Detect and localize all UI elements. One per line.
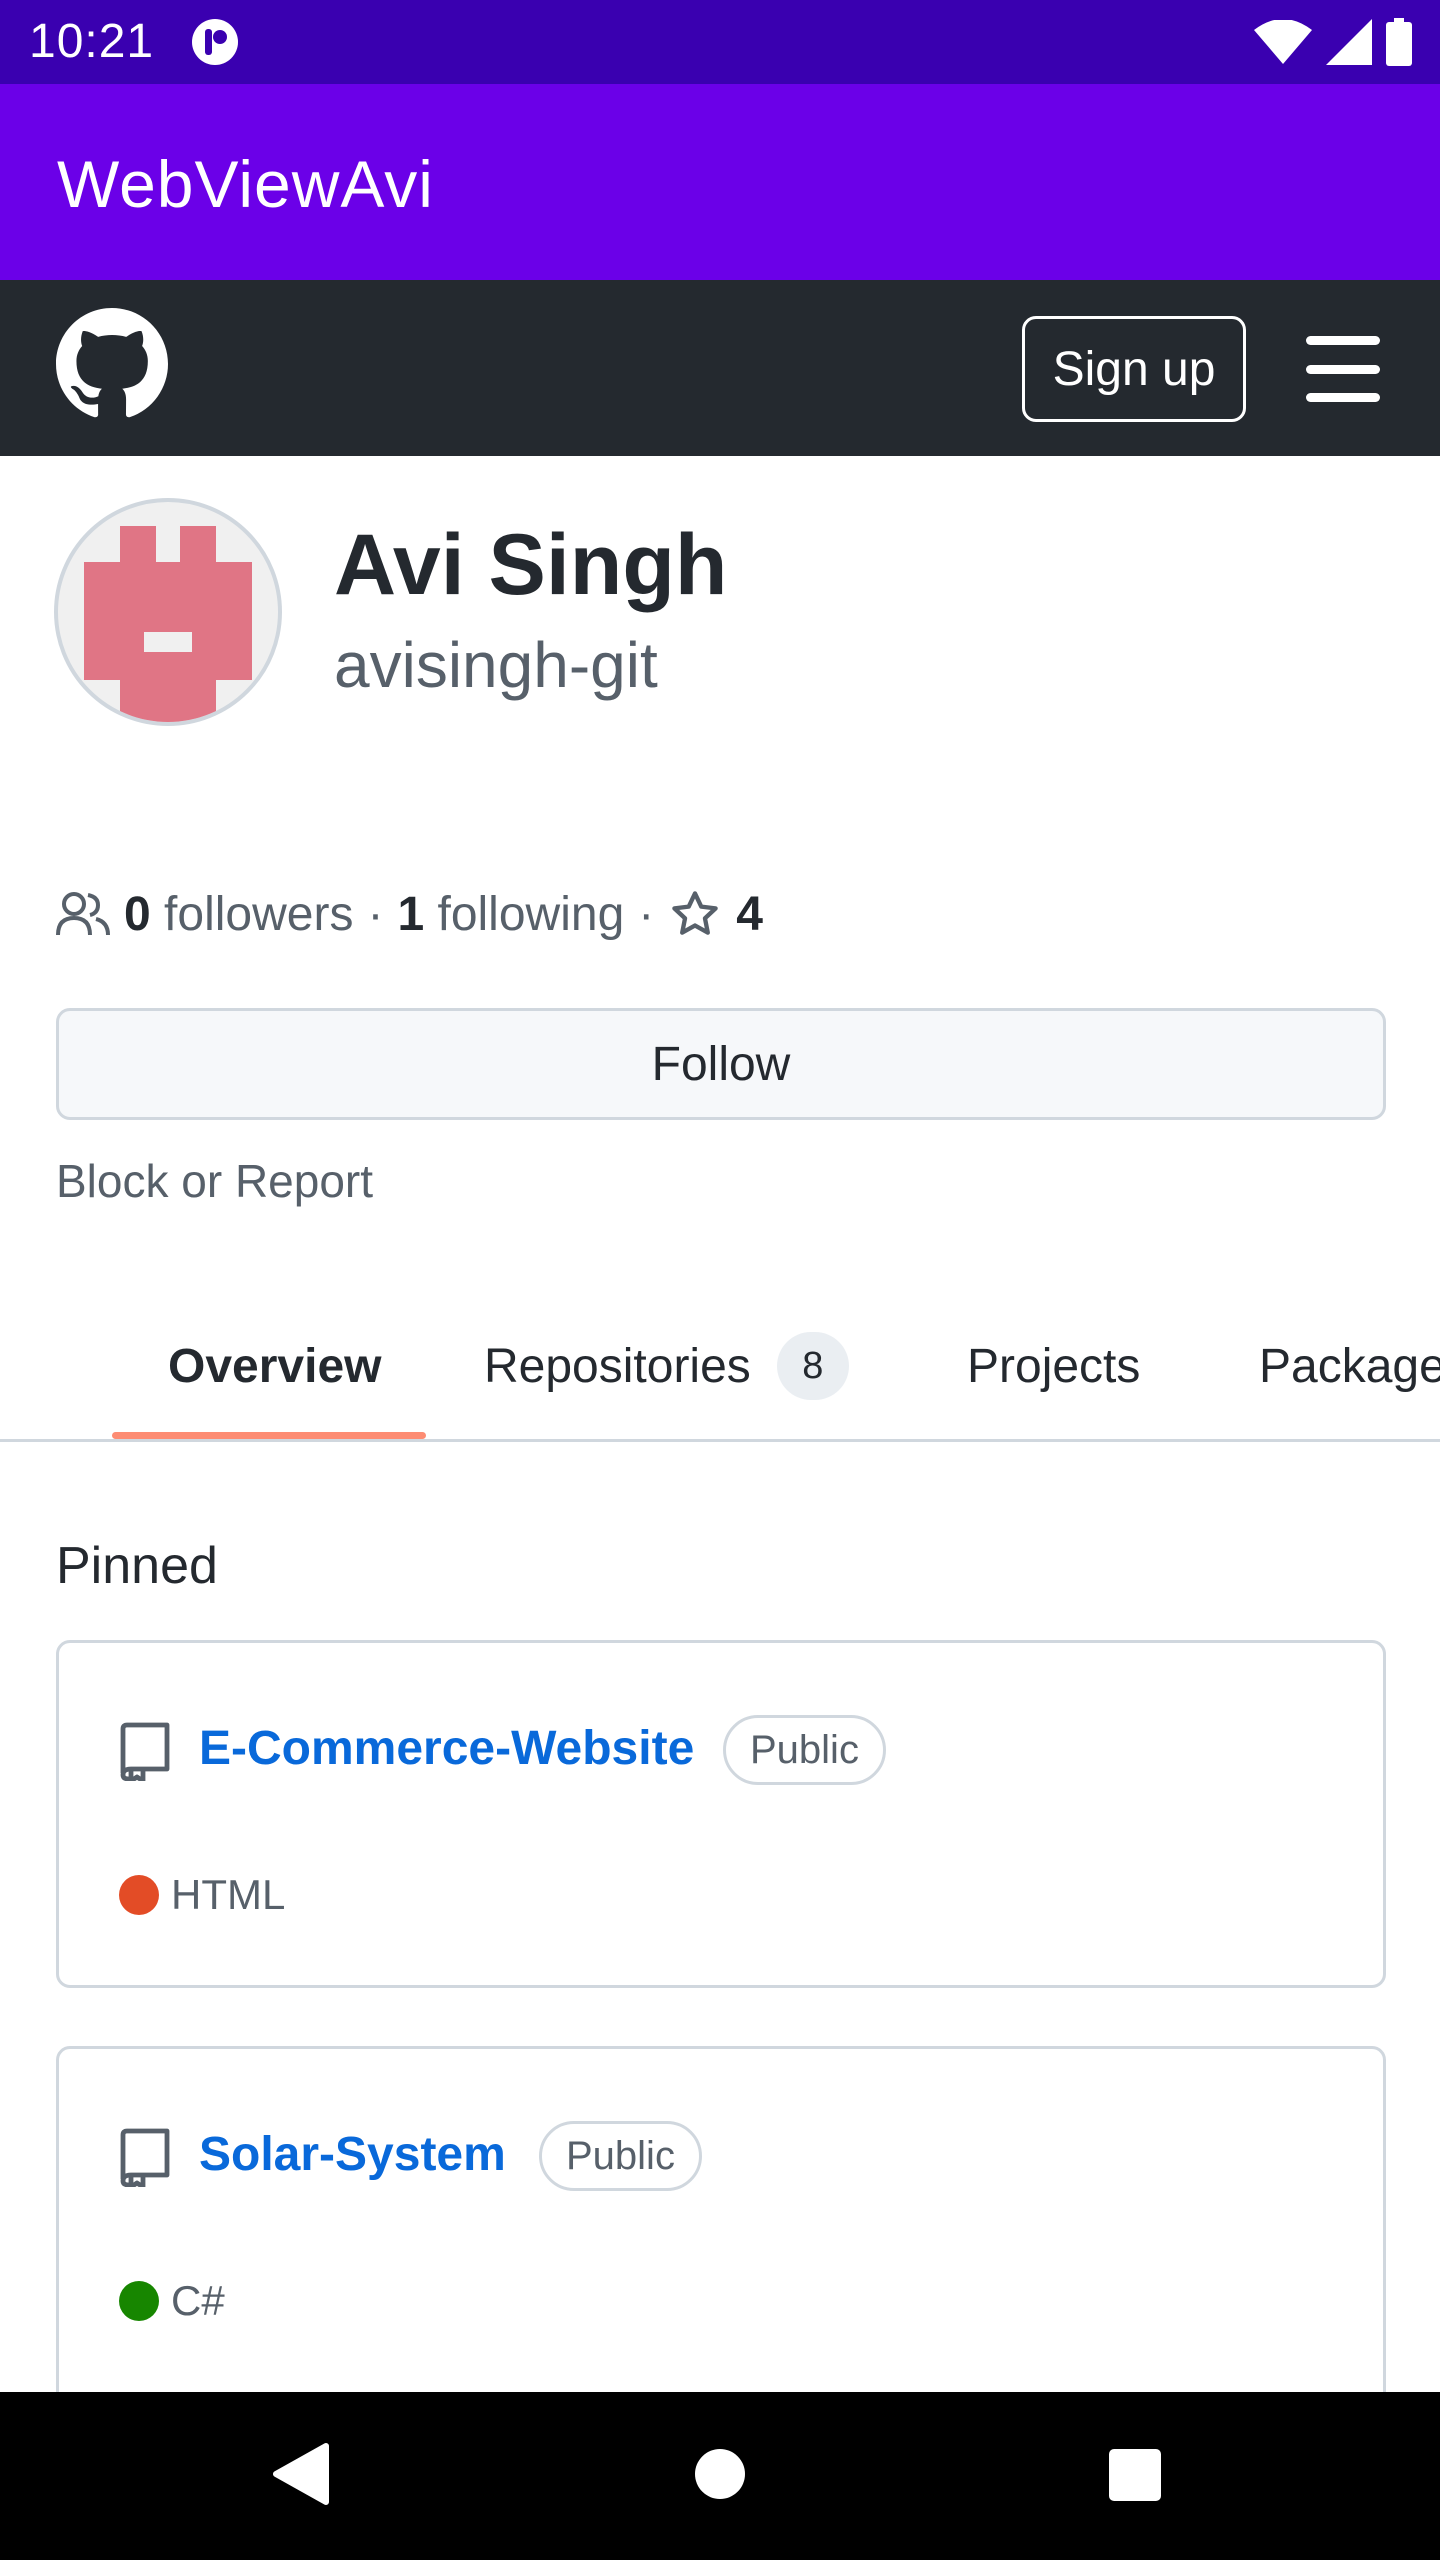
following-link[interactable]: 1 following [397, 887, 624, 942]
recents-icon[interactable] [1108, 2448, 1162, 2502]
tab-label: Repositories [484, 1339, 751, 1393]
profile-username: avisingh-git [334, 629, 658, 701]
app-title: WebViewAvi [57, 147, 434, 221]
pinned-heading: Pinned [56, 1537, 218, 1595]
star-icon [672, 891, 718, 935]
followers-link[interactable]: 0 followers [124, 887, 353, 942]
repo-language: HTML [171, 1871, 286, 1918]
navigation-bar [0, 2392, 1440, 2560]
following-count: 1 [397, 887, 425, 941]
repo-name-link[interactable]: E-Commerce-Website [199, 1721, 694, 1776]
tab-label: Projects [967, 1339, 1141, 1393]
tab-label: Packages [1259, 1339, 1440, 1393]
stars-link[interactable]: 4 [668, 887, 763, 942]
app-notification-icon [192, 19, 238, 65]
repositories-counter: 8 [776, 1332, 849, 1400]
avatar[interactable] [54, 498, 282, 726]
identicon [84, 526, 252, 722]
app-bar: WebViewAvi [0, 84, 1440, 280]
status-bar: 10:21 [0, 0, 1440, 84]
profile-tabs: Overview Repositories 8 Projects Package… [0, 1290, 1440, 1442]
following-label: following [437, 887, 625, 941]
hamburger-menu-icon[interactable] [1306, 336, 1380, 402]
stats-separator: · [638, 887, 655, 941]
profile-name: Avi Singh [334, 517, 728, 613]
github-header: Sign up [0, 280, 1440, 456]
tab-packages[interactable]: Packages [1259, 1290, 1440, 1439]
repo-language: C# [171, 2277, 225, 2324]
wifi-icon [1254, 20, 1312, 64]
pinned-repo-card: Solar-System Public C# [56, 2046, 1386, 2406]
status-time: 10:21 [29, 15, 155, 68]
language-color-dot [119, 1875, 159, 1915]
stars-count: 4 [736, 887, 763, 941]
repo-icon [120, 2128, 170, 2187]
cellular-signal-icon [1326, 19, 1372, 65]
github-icon[interactable] [56, 308, 168, 420]
status-icons [1254, 14, 1412, 70]
tab-overview[interactable]: Overview [168, 1290, 382, 1439]
tab-repositories[interactable]: Repositories 8 [484, 1290, 849, 1439]
profile-stats: 0 followers · 1 following · 4 [56, 882, 763, 946]
language-color-dot [119, 2281, 159, 2321]
tab-label: Overview [168, 1339, 382, 1393]
followers-label: followers [164, 887, 354, 941]
visibility-badge: Public [539, 2121, 702, 2191]
repo-icon [120, 1722, 170, 1781]
active-tab-underline [112, 1432, 426, 1439]
home-icon[interactable] [694, 2448, 746, 2500]
tab-projects[interactable]: Projects [967, 1290, 1141, 1439]
battery-icon [1386, 18, 1412, 66]
visibility-badge: Public [723, 1715, 886, 1785]
follow-button[interactable]: Follow [56, 1008, 1386, 1120]
stats-separator: · [367, 887, 384, 941]
repo-name-link[interactable]: Solar-System [199, 2127, 506, 2182]
block-or-report-link[interactable]: Block or Report [56, 1154, 373, 1208]
people-icon [56, 892, 110, 936]
sign-up-button[interactable]: Sign up [1022, 316, 1246, 422]
back-icon[interactable] [270, 2442, 330, 2506]
pinned-repo-card: E-Commerce-Website Public HTML [56, 1640, 1386, 1988]
followers-count: 0 [124, 887, 151, 941]
